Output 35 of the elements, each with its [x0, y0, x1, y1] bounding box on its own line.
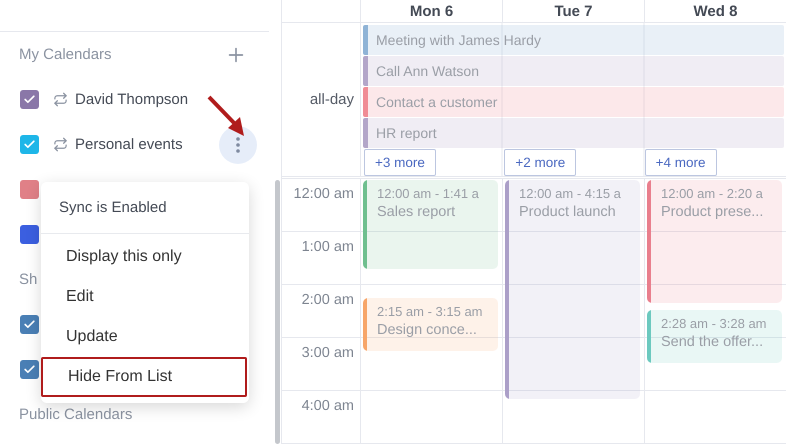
calendar-name[interactable]: Personal events	[75, 136, 183, 153]
check-icon	[23, 318, 36, 331]
calendar-checkbox[interactable]	[20, 315, 39, 334]
time-label: 2:00 am	[302, 292, 354, 310]
kebab-icon	[236, 136, 240, 152]
calendar-checkbox[interactable]	[20, 135, 39, 154]
calendar-name[interactable]: David Thompson	[75, 91, 188, 108]
menu-item[interactable]: Display this only	[41, 237, 249, 277]
section-title: Sh	[19, 271, 38, 288]
time-label: 4:00 am	[302, 398, 354, 416]
check-icon	[23, 93, 36, 106]
check-icon	[23, 138, 36, 151]
all-day-label: all-day	[310, 91, 354, 108]
menu-item[interactable]: Update	[41, 317, 249, 357]
day-header: Wed 8	[694, 2, 738, 20]
calendar-checkbox[interactable]	[20, 225, 39, 244]
time-label: 3:00 am	[302, 345, 354, 363]
check-icon	[23, 363, 36, 376]
menu-item[interactable]: Edit	[41, 277, 249, 317]
day-header: Tue 7	[554, 2, 593, 20]
more-link[interactable]: +2 more	[504, 149, 576, 176]
menu-item[interactable]: Hide From List	[41, 357, 247, 397]
time-label: 12:00 am	[294, 186, 354, 204]
more-button[interactable]	[219, 126, 257, 164]
more-link[interactable]: +4 more	[644, 149, 717, 176]
calendar-checkbox[interactable]	[20, 90, 39, 109]
day-header: Mon 6	[410, 2, 454, 20]
section-title: Public Calendars	[19, 406, 132, 423]
scrollbar[interactable]	[275, 180, 280, 444]
time-label: 1:00 am	[302, 239, 354, 257]
calendar-checkbox[interactable]	[20, 360, 39, 379]
section-title: My Calendars	[19, 46, 112, 63]
calendar-checkbox[interactable]	[20, 180, 39, 199]
menu-header: Sync is Enabled	[41, 182, 249, 234]
more-link[interactable]: +3 more	[364, 149, 436, 176]
